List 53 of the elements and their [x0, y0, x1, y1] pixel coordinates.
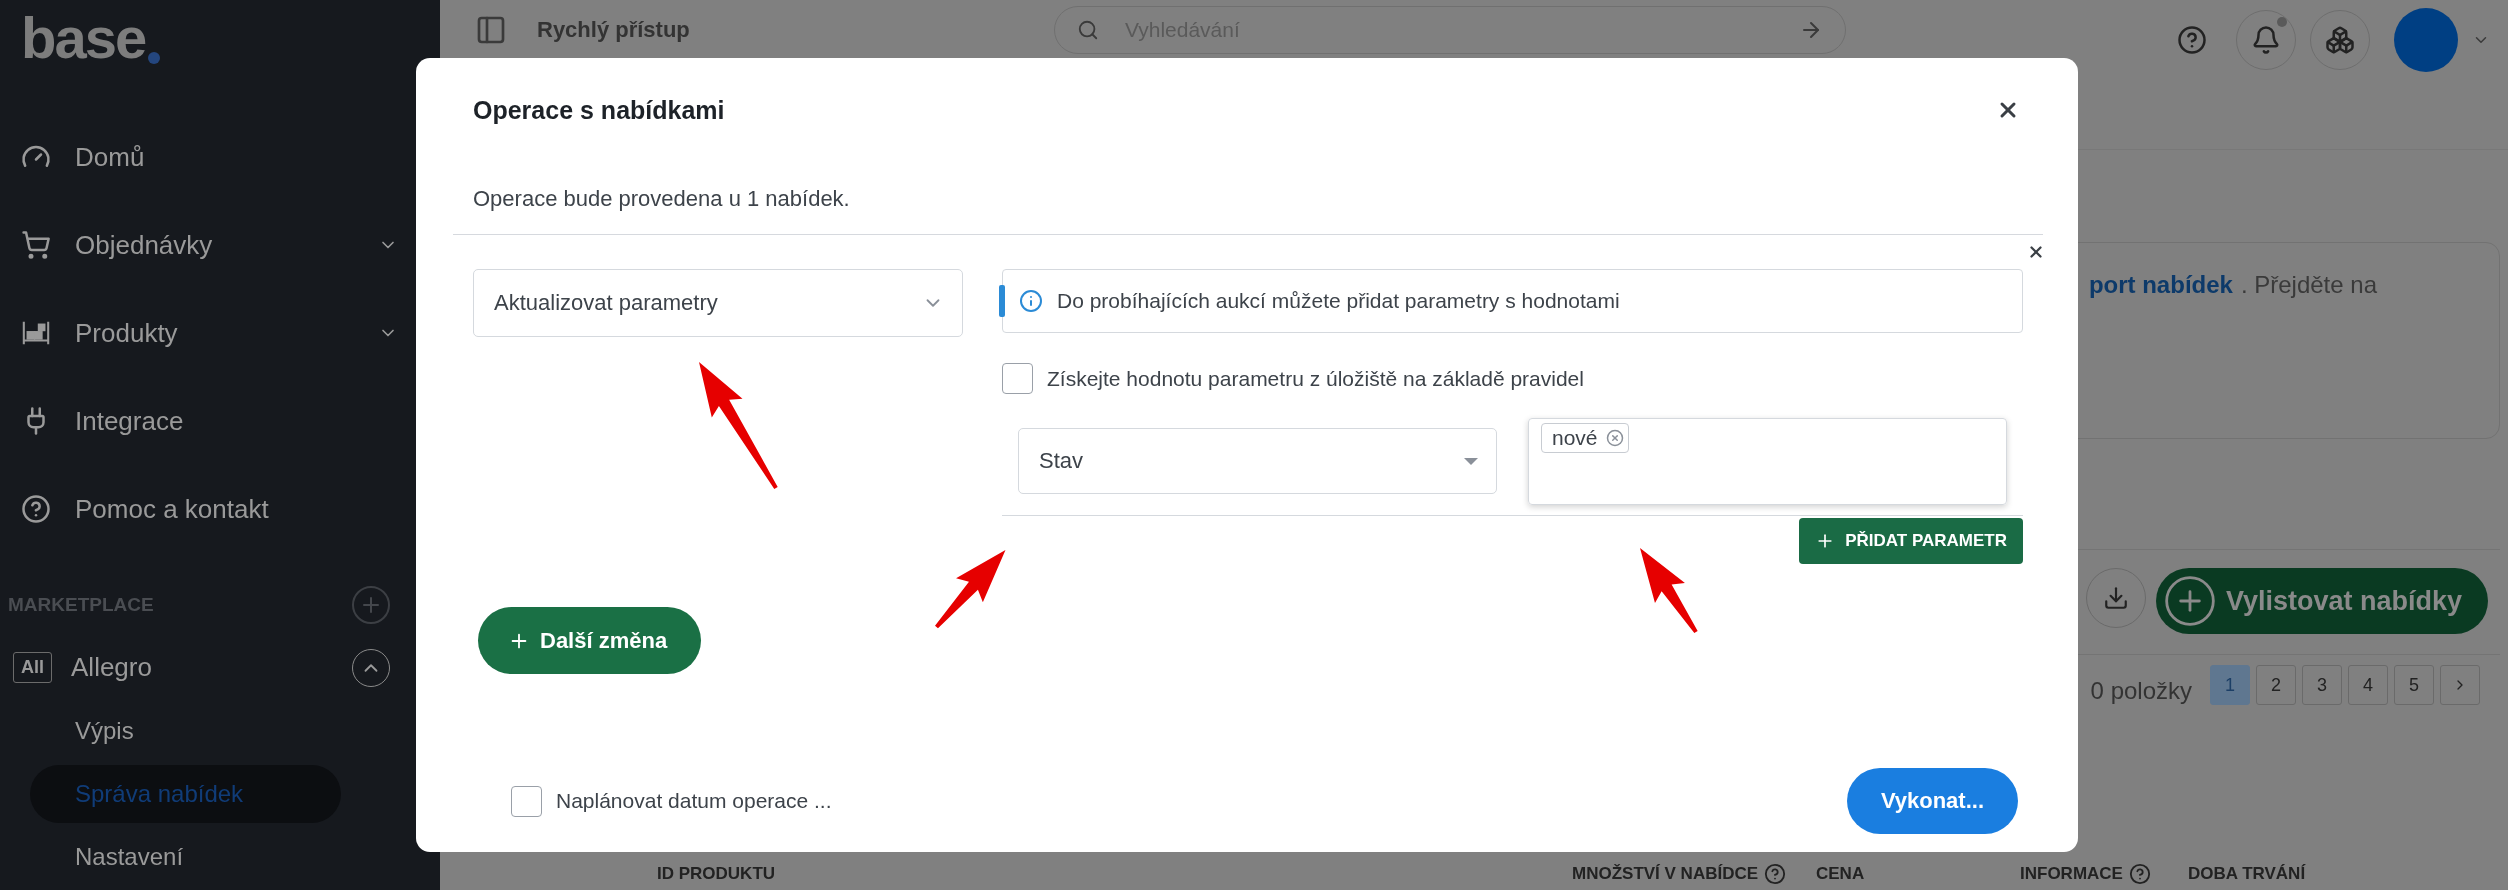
nav-subitem[interactable]: Výpis — [30, 702, 341, 760]
bell-icon — [2251, 25, 2281, 55]
sidebar-toggle-icon[interactable] — [475, 14, 507, 46]
add-button[interactable] — [352, 586, 390, 624]
value-tag: nové — [1541, 423, 1629, 453]
parameter-select[interactable]: Stav — [1018, 428, 1497, 494]
nav-item[interactable]: Domů — [0, 113, 440, 201]
page-button[interactable]: 5 — [2394, 665, 2434, 705]
list-offers-button[interactable]: Vylistovat nabídky — [2155, 568, 2488, 634]
nav-item[interactable]: Objednávky — [0, 201, 440, 289]
notice-link[interactable]: port nabídek — [2088, 271, 2233, 299]
download-icon — [2102, 585, 2129, 611]
description: Operace bude provedena u 1 nabídek. — [473, 185, 851, 213]
channel-badge: All — [13, 652, 52, 683]
column-header[interactable]: CENA — [1816, 864, 1865, 884]
checkbox[interactable] — [511, 785, 542, 817]
help-icon — [2177, 25, 2207, 55]
nav-item[interactable]: All Allegro — [0, 635, 440, 700]
submit-button[interactable]: Vykonat... — [1846, 768, 2018, 834]
modal-title: Operace s nabídkami — [473, 95, 725, 125]
close-button[interactable] — [2027, 243, 2045, 261]
quick-access-menu[interactable]: Rychlý přístup — [537, 17, 690, 43]
item-count: 0 položky — [2090, 677, 2192, 705]
column-header[interactable]: MNOŽSTVÍ V NABÍDCE — [1572, 864, 1759, 884]
nav-item[interactable]: Integrace — [0, 377, 440, 465]
checkbox-label: Naplánovat datum operace ... — [556, 789, 832, 813]
values-field[interactable]: nové — [1528, 418, 2007, 505]
nav-item[interactable]: Produkty — [0, 289, 440, 377]
checkbox[interactable] — [1002, 363, 1033, 394]
info-text: Do probíhajících aukcí můžete přidat parametry s hodnotami — [1057, 289, 1620, 313]
search-icon — [1077, 19, 1099, 41]
page-button[interactable]: 2 — [2256, 665, 2296, 705]
close-icon — [2027, 243, 2045, 261]
boxes-icon — [2325, 25, 2355, 55]
column-header[interactable]: ID PRODUKTU — [657, 864, 776, 884]
add-parameter-button[interactable]: PŘIDAT PARAMETR — [1799, 518, 2023, 564]
nav-subitem[interactable]: Nastavení — [30, 828, 341, 886]
page-button[interactable]: 1 — [2210, 665, 2250, 705]
remove-icon[interactable] — [1605, 429, 1624, 447]
cart-icon — [21, 230, 51, 260]
another-change-button[interactable]: Další změna — [478, 607, 702, 674]
logo[interactable]: base — [21, 10, 161, 66]
info-icon — [1019, 289, 1043, 313]
column-header[interactable]: DOBA TRVÁNÍ — [2188, 864, 2306, 884]
page-button[interactable]: 3 — [2302, 665, 2342, 705]
accent-bar — [999, 285, 1005, 317]
column-header[interactable]: INFORMACE — [2020, 864, 2123, 884]
help-icon — [21, 494, 51, 524]
operation-select[interactable]: Aktualizovat parametry — [473, 269, 963, 337]
notice-text: . Přejděte na — [2240, 271, 2377, 299]
nav-item[interactable]: Pomoc a kontakt — [0, 465, 440, 553]
checkbox-label: Získejte hodnotu parametru z úložiště na základě pravidel — [1047, 366, 1584, 391]
page-button[interactable]: 4 — [2348, 665, 2388, 705]
